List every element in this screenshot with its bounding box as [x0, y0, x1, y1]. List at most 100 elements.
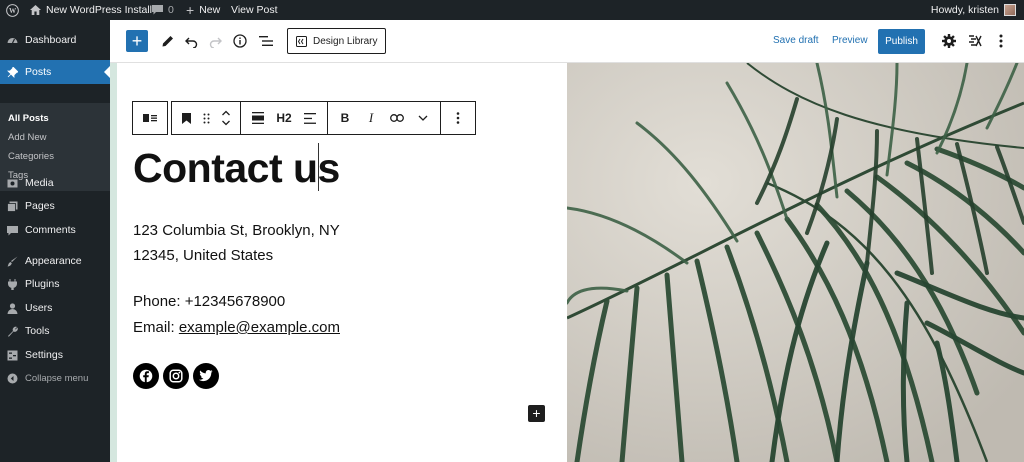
sidebar-item-comments[interactable]: Comments [0, 218, 110, 242]
heading-block[interactable]: Contact us [133, 143, 340, 192]
bookmark-icon [181, 112, 191, 124]
drag-handle[interactable] [196, 105, 216, 131]
settings-button[interactable] [941, 33, 957, 49]
design-library-button[interactable]: Design Library [287, 28, 387, 54]
link-button[interactable] [384, 105, 410, 131]
new-label: New [199, 4, 221, 16]
palm-leaves-image [567, 63, 1024, 462]
align-left-icon [304, 112, 316, 124]
sidebar-item-appearance[interactable]: Appearance [0, 249, 110, 273]
comments-link[interactable]: 0 [152, 0, 174, 20]
details-button[interactable] [231, 32, 249, 50]
undo-button[interactable] [182, 32, 200, 50]
block-inserter-button[interactable]: + [528, 405, 545, 422]
sidebar-item-tools[interactable]: Tools [0, 319, 110, 343]
chevron-up-down-icon [222, 110, 230, 126]
list-view-button[interactable] [257, 32, 275, 50]
media-image[interactable] [567, 63, 1024, 462]
block-toolbar-richtext-group: B I [327, 101, 441, 135]
more-vertical-icon [999, 34, 1003, 48]
drag-handle-icon [203, 113, 209, 123]
align-text-button[interactable] [297, 105, 323, 131]
submenu-all-posts[interactable]: All Posts [8, 113, 49, 124]
facebook-icon[interactable] [133, 363, 159, 389]
link-icon [390, 114, 404, 122]
more-vertical-icon [456, 112, 460, 124]
tools-button[interactable] [158, 32, 176, 50]
select-parent-button[interactable] [137, 105, 163, 131]
my-account-link[interactable]: Howdy, kristen [931, 0, 1016, 20]
email-link[interactable]: example@example.com [179, 319, 340, 336]
email-paragraph[interactable]: Email: example@example.com [133, 319, 340, 336]
collapse-icon [7, 373, 18, 384]
align-full-icon [252, 112, 264, 124]
redo-icon [209, 37, 222, 48]
twitter-icon[interactable] [193, 363, 219, 389]
plug-icon [7, 278, 18, 290]
site-name-link[interactable]: New WordPress Install [30, 0, 152, 20]
pages-icon [7, 201, 18, 212]
design-library-label: Design Library [313, 35, 378, 47]
bold-button[interactable]: B [332, 105, 358, 131]
redo-button[interactable] [206, 32, 224, 50]
dashboard-icon [7, 35, 18, 46]
address-line-1[interactable]: 123 Columbia St, Brooklyn, NY [133, 222, 340, 239]
new-content-link[interactable]: + New [186, 0, 220, 20]
heading-level-button[interactable]: H2 [271, 105, 297, 131]
sidebar-item-label: Tools [25, 325, 50, 337]
sidebar-item-label: Media [25, 177, 54, 189]
pin-icon [7, 66, 18, 78]
block-type-button[interactable] [176, 105, 196, 131]
comments-count: 0 [168, 4, 174, 16]
avatar [1004, 4, 1016, 16]
sidebar-item-media[interactable]: Media [0, 171, 110, 195]
brush-icon [7, 256, 18, 267]
wordpress-logo-icon[interactable]: W [6, 0, 19, 20]
home-icon [30, 5, 41, 15]
sidebar-item-plugins[interactable]: Plugins [0, 272, 110, 296]
sidebar-item-posts[interactable]: Posts [0, 60, 110, 84]
plugin-sidebar-button[interactable] [967, 33, 983, 49]
change-alignment-button[interactable] [245, 105, 271, 131]
submenu-categories[interactable]: Categories [8, 151, 54, 162]
plus-icon: + [532, 405, 541, 421]
info-icon [233, 34, 247, 48]
move-up-down-button[interactable] [216, 105, 236, 131]
undo-icon [184, 37, 197, 48]
sidebar-item-pages[interactable]: Pages [0, 194, 110, 218]
submenu-add-new[interactable]: Add New [8, 132, 47, 143]
gear-icon [942, 34, 956, 48]
block-toolbar: H2 B I [132, 101, 476, 135]
media-text-icon [143, 114, 157, 122]
sidebar-item-users[interactable]: Users [0, 296, 110, 320]
more-rich-text-button[interactable] [410, 105, 436, 131]
design-library-icon [296, 35, 307, 47]
block-options-button[interactable] [445, 105, 471, 131]
phone-text[interactable]: Phone: +12345678900 [133, 293, 285, 310]
save-draft-button[interactable]: Save draft [773, 35, 819, 46]
sidebar-item-label: Settings [25, 349, 63, 361]
collapse-menu-button[interactable]: Collapse menu [0, 366, 110, 390]
media-icon [7, 178, 18, 189]
sidebar-item-label: Comments [25, 224, 76, 236]
sidebar-item-label: Posts [25, 66, 52, 78]
italic-button[interactable]: I [358, 105, 384, 131]
sidebar-item-dashboard[interactable]: Dashboard [0, 28, 110, 52]
instagram-icon[interactable] [163, 363, 189, 389]
wrench-icon [7, 326, 18, 337]
publish-button[interactable]: Publish [878, 29, 925, 54]
sidebar-item-settings[interactable]: Settings [0, 343, 110, 367]
editor-canvas: H2 B I Contact us 123 Columbia St, Brook… [110, 63, 1024, 462]
add-block-button[interactable]: + [126, 30, 148, 52]
email-prefix: Email: [133, 319, 179, 336]
view-post-link[interactable]: View Post [231, 0, 278, 20]
settings-icon [7, 350, 18, 361]
heading-text: Contact us [133, 145, 340, 191]
block-toolbar-options-group [440, 101, 476, 135]
options-button[interactable] [993, 33, 1009, 49]
address-line-2[interactable]: 12345, United States [133, 247, 273, 264]
block-toolbar-switcher-group [171, 101, 241, 135]
chevron-down-icon [418, 115, 428, 121]
preview-button[interactable]: Preview [832, 35, 868, 46]
content-column: H2 B I Contact us 123 Columbia St, Brook… [117, 63, 567, 462]
